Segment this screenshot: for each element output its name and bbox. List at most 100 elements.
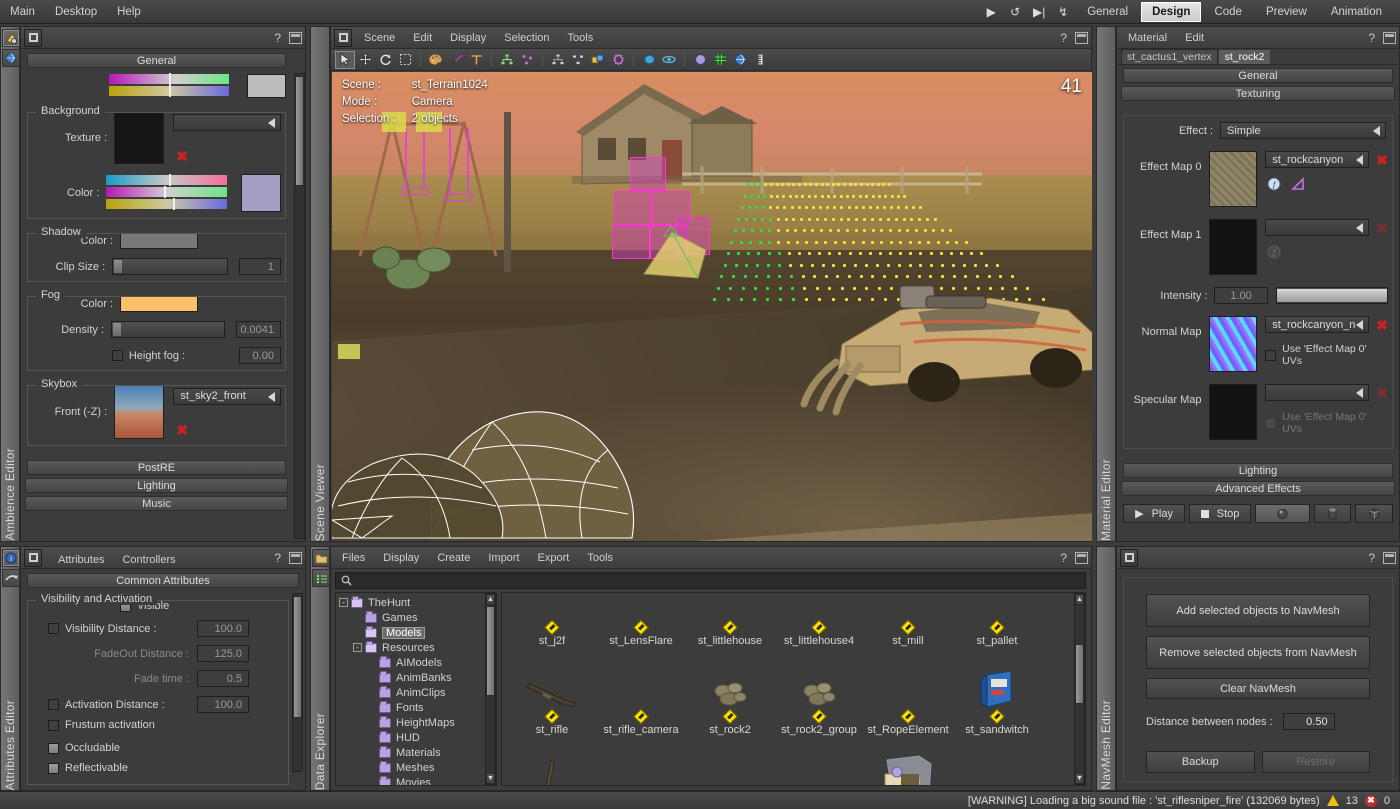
panel-menu-icon-attributes[interactable]: [24, 548, 42, 567]
tree-item[interactable]: Meshes: [339, 760, 496, 775]
tree-item[interactable]: - Resources: [339, 640, 496, 655]
effect-map-0-uv-icon[interactable]: [1291, 177, 1306, 194]
tree-item[interactable]: HeightMaps: [339, 715, 496, 730]
asset-item[interactable]: st_sandwitch: [953, 670, 1041, 736]
gear-icon[interactable]: [608, 51, 628, 69]
tree-scroll-up-arrow[interactable]: ▲: [486, 594, 495, 605]
controllers-icon[interactable]: [2, 569, 20, 587]
rotate-icon[interactable]: [375, 51, 395, 69]
activation-distance-checkbox[interactable]: [48, 699, 59, 710]
section-common-attributes[interactable]: Common Attributes: [27, 573, 299, 588]
skybox-front-clear-icon[interactable]: ✖: [176, 423, 281, 437]
tree-item[interactable]: - TheHunt: [339, 595, 496, 610]
reflectivable-checkbox[interactable]: [48, 762, 59, 774]
clip-size-value[interactable]: 1: [239, 258, 281, 275]
asset-grid[interactable]: st_j2f st_LensFlare st_littlehouse st_littl…: [501, 592, 1086, 786]
move-icon[interactable]: [355, 51, 375, 69]
asset-item[interactable]: st_rock2_group: [775, 676, 863, 736]
fog-density-slider[interactable]: [111, 321, 225, 338]
background-color-preview[interactable]: [240, 174, 281, 212]
remove-from-navmesh-button[interactable]: Remove selected objects from NavMesh: [1146, 636, 1370, 669]
effect-map-0-combo[interactable]: st_rockcanyon: [1265, 151, 1370, 168]
specular-map-combo[interactable]: [1265, 384, 1370, 401]
folder-tree[interactable]: - TheHunt Games Models - Resources AIModels Ani…: [335, 592, 497, 786]
background-texture-clear-icon[interactable]: ✖: [176, 149, 281, 163]
menu-material[interactable]: Material: [1119, 30, 1176, 46]
menu-create[interactable]: Create: [428, 550, 479, 566]
section-postre[interactable]: PostRE: [27, 460, 286, 475]
menu-display[interactable]: Display: [441, 30, 495, 46]
tree-expander-icon[interactable]: -: [353, 643, 362, 652]
asset-scroll-up-arrow[interactable]: ▲: [1075, 594, 1084, 605]
section-advanced-effects[interactable]: Advanced Effects: [1121, 481, 1395, 496]
tree-item[interactable]: Games: [339, 610, 496, 625]
material-tab-cactus[interactable]: st_cactus1_vertex: [1121, 49, 1218, 64]
tree-scrollbar[interactable]: ▲ ▼: [485, 593, 496, 785]
preview-cube-button[interactable]: [1355, 504, 1393, 523]
ambience-icon[interactable]: [2, 29, 20, 47]
intensity-value[interactable]: 1.00: [1214, 287, 1268, 304]
maximize-icon-explorer[interactable]: [1075, 552, 1088, 564]
asset-item[interactable]: st_rock2: [686, 676, 774, 736]
physics-icon[interactable]: [659, 51, 679, 69]
ambience-editor-dock-strip[interactable]: Ambience Editor: [0, 26, 20, 542]
maximize-icon-attributes[interactable]: [289, 552, 302, 564]
brush-icon[interactable]: [446, 51, 466, 69]
asset-item[interactable]: st_LensFlare: [597, 593, 685, 647]
scene-viewport[interactable]: Scene : st_Terrain1024 Mode : Camera Sel…: [332, 72, 1092, 541]
skybox-front-combo[interactable]: st_sky2_front: [173, 387, 281, 405]
fog-color-swatch[interactable]: [120, 296, 198, 312]
menu-help[interactable]: Help: [107, 3, 151, 21]
section-general[interactable]: General: [27, 53, 286, 68]
panel-menu-icon[interactable]: [24, 28, 42, 47]
tab-animation[interactable]: Animation: [1320, 2, 1393, 22]
asset-item[interactable]: st_pallet: [953, 593, 1041, 647]
tree-item[interactable]: AIModels: [339, 655, 496, 670]
section-material-lighting[interactable]: Lighting: [1123, 463, 1393, 478]
gradient-hue-2[interactable]: [109, 85, 230, 97]
material-tab-rock2[interactable]: st_rock2: [1217, 49, 1272, 64]
asset-scroll-down-arrow[interactable]: ▼: [1075, 773, 1084, 784]
section-lighting[interactable]: Lighting: [25, 478, 288, 493]
effect-map-1-clear-icon[interactable]: ✖: [1376, 221, 1388, 235]
bg-gradient-2[interactable]: [106, 186, 227, 198]
help-icon[interactable]: ?: [274, 31, 281, 45]
activation-distance-value[interactable]: 100.0: [197, 696, 249, 713]
panel-menu-icon-scene[interactable]: [334, 28, 352, 47]
maximize-icon[interactable]: [289, 32, 302, 44]
tree-scroll-down-arrow[interactable]: ▼: [486, 773, 495, 784]
background-texture-swatch[interactable]: [114, 112, 165, 164]
tree-item[interactable]: AnimClips: [339, 685, 496, 700]
marquee-icon[interactable]: [395, 51, 415, 69]
box-icon[interactable]: [639, 51, 659, 69]
effect-map-0-fx-icon[interactable]: f: [1267, 177, 1281, 194]
menu-tools[interactable]: Tools: [559, 30, 603, 46]
asset-item[interactable]: st_RopeElement: [864, 676, 952, 736]
tab-code[interactable]: Code: [1203, 2, 1253, 22]
help-icon-explorer[interactable]: ?: [1060, 551, 1067, 565]
search-bar[interactable]: [335, 572, 1086, 589]
background-color-sliders[interactable]: [106, 174, 227, 211]
folder-icon[interactable]: [312, 549, 330, 567]
tab-attributes[interactable]: Attributes: [49, 552, 113, 568]
normal-map-uv-checkbox[interactable]: [1265, 349, 1277, 361]
attributes-scrollbar[interactable]: [292, 593, 303, 772]
data-explorer-dock-strip[interactable]: Data Explorer: [310, 546, 330, 791]
grid-icon[interactable]: [710, 51, 730, 69]
ungroup-icon[interactable]: [568, 51, 588, 69]
background-texture-combo[interactable]: [173, 113, 281, 131]
normal-map-clear-icon[interactable]: ✖: [1376, 318, 1388, 332]
ruler-icon[interactable]: [750, 51, 770, 69]
select-arrow-icon[interactable]: [335, 50, 355, 69]
menu-import[interactable]: Import: [479, 550, 528, 566]
tab-general[interactable]: General: [1076, 2, 1139, 22]
gradient-hue-1[interactable]: [109, 73, 230, 85]
material-stop-button[interactable]: Stop: [1189, 504, 1252, 523]
asset-item[interactable]: st_shovel: [508, 759, 596, 785]
maximize-icon-scene[interactable]: [1075, 32, 1088, 44]
tree-item[interactable]: AnimBanks: [339, 670, 496, 685]
skybox-front-swatch[interactable]: [114, 385, 165, 439]
menu-scene[interactable]: Scene: [355, 30, 404, 46]
add-to-navmesh-button[interactable]: Add selected objects to NavMesh: [1146, 594, 1370, 627]
tree-item[interactable]: HUD: [339, 730, 496, 745]
